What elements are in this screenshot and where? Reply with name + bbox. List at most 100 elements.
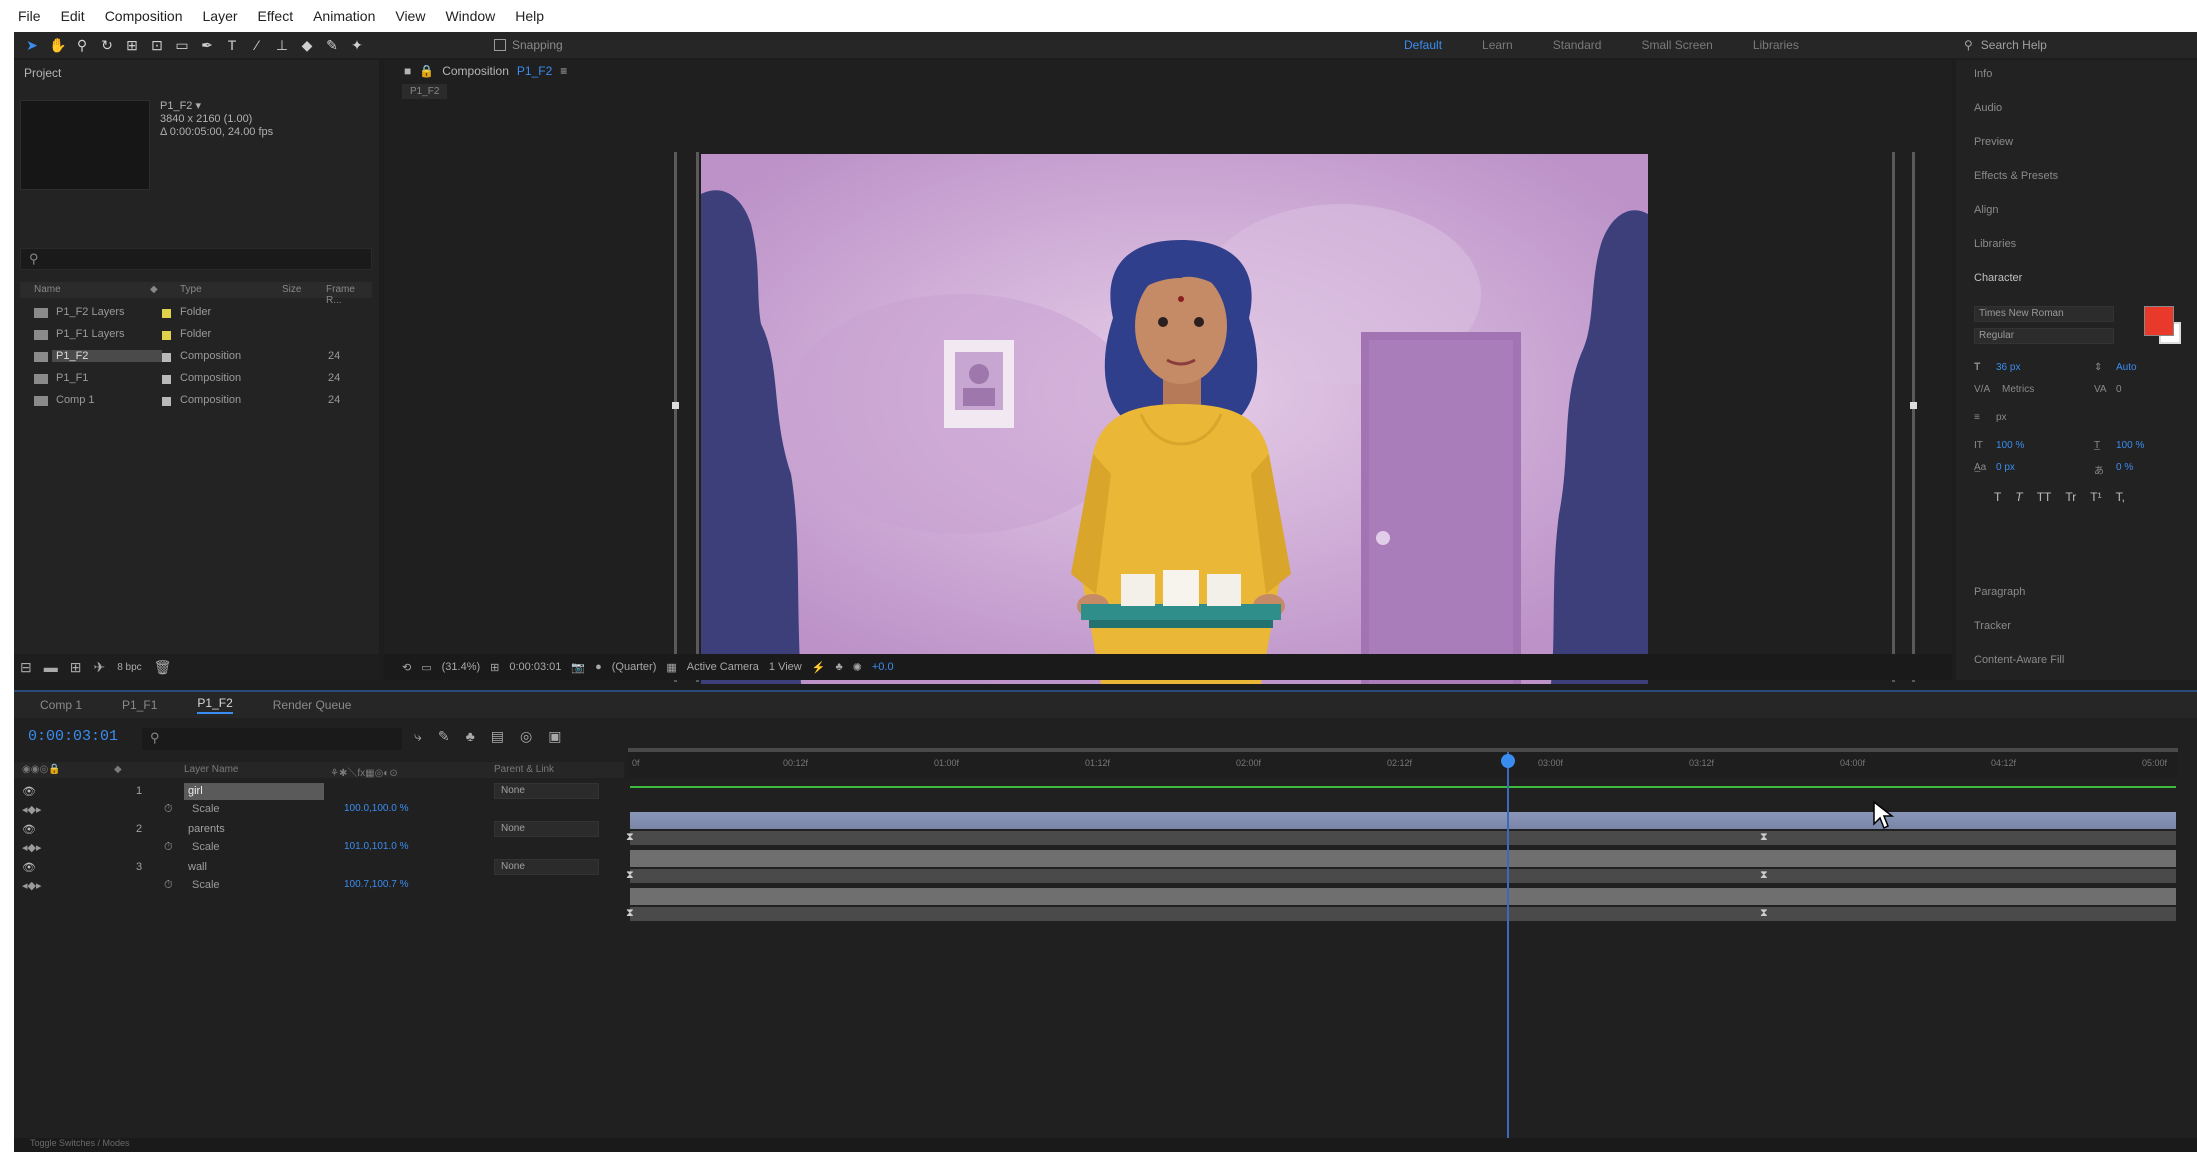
keyframe[interactable]: ⧗ [1760, 832, 1768, 843]
label-color-swatch[interactable] [162, 309, 171, 318]
flowchart-icon[interactable]: ♣ [835, 661, 842, 673]
workspace-default[interactable]: Default [1404, 38, 1442, 52]
workspace-small-screen[interactable]: Small Screen [1641, 38, 1712, 52]
timeline-tab-p1-f2[interactable]: P1_F2 [197, 696, 233, 714]
col-layer-name[interactable]: Layer Name [184, 764, 238, 775]
shy-layers-icon[interactable]: ♣ [466, 728, 475, 745]
always-preview-icon[interactable]: ⟲ [402, 661, 411, 674]
close-icon[interactable]: ■ [404, 64, 411, 78]
col-name[interactable]: Name [34, 284, 61, 295]
eye-icon[interactable]: 👁 [22, 785, 36, 798]
menu-view[interactable]: View [395, 8, 425, 24]
snapping-toggle[interactable]: Snapping [494, 38, 563, 52]
pan-behind-tool-icon[interactable]: ⊡ [149, 37, 165, 53]
keyframe[interactable]: ⧗ [1760, 908, 1768, 919]
lock-icon[interactable]: 🔒 [419, 64, 434, 78]
eye-icon[interactable]: 👁 [22, 823, 36, 836]
project-item[interactable]: P1_F1 Layers Folder [20, 326, 372, 346]
search-help-input[interactable]: Search Help [1981, 38, 2047, 52]
fast-preview-icon[interactable]: ⚡ [812, 661, 826, 674]
label-color-swatch[interactable] [162, 375, 171, 384]
composition-tab[interactable]: ■ 🔒 Composition P1_F2 ≡ [404, 64, 567, 78]
workspace-libraries[interactable]: Libraries [1753, 38, 1799, 52]
superscript-button[interactable]: T¹ [2090, 490, 2101, 504]
stopwatch-icon[interactable]: ⏱ [164, 803, 173, 816]
character-panel-title[interactable]: Character [1974, 272, 2022, 284]
all-caps-button[interactable]: TT [2037, 490, 2052, 504]
keyframe-navigator-icon[interactable]: ◂◆▸ [22, 803, 42, 816]
menu-layer[interactable]: Layer [203, 8, 238, 24]
project-item[interactable]: P1_F2 Layers Folder [20, 304, 372, 324]
col-size[interactable]: Size [282, 284, 301, 295]
label-color-swatch[interactable] [162, 331, 171, 340]
new-composition-icon[interactable]: ⊞ [70, 659, 82, 676]
zoom-dropdown[interactable]: (31.4%) [442, 661, 481, 673]
col-parent-link[interactable]: Parent & Link [494, 764, 554, 775]
project-search-input[interactable]: ⚲ [20, 248, 372, 270]
workspace-learn[interactable]: Learn [1482, 38, 1513, 52]
leading-value[interactable]: Auto [2116, 362, 2137, 373]
keyframe[interactable]: ⧗ [626, 870, 634, 881]
tracking-value[interactable]: 0 [2116, 384, 2122, 395]
content-aware-fill-panel-tab[interactable]: Content-Aware Fill [1974, 654, 2064, 666]
subscript-button[interactable]: T, [2116, 490, 2125, 504]
layer-name[interactable]: parents [184, 821, 324, 838]
fill-color-swatch[interactable] [2144, 306, 2174, 336]
interpret-footage-icon[interactable]: ⊟ [20, 659, 32, 676]
frame-handle-right[interactable] [1910, 402, 1917, 409]
color-channel-icon[interactable]: ● [595, 661, 602, 673]
grid-icon[interactable]: ⊞ [490, 661, 499, 674]
horizontal-scale-value[interactable]: 100 % [2116, 440, 2144, 451]
zoom-tool-icon[interactable]: ⚲ [74, 37, 90, 53]
stopwatch-icon[interactable]: ⏱ [164, 879, 173, 892]
bit-depth-label[interactable]: 8 bpc [117, 662, 141, 673]
keyframe-navigator-icon[interactable]: ◂◆▸ [22, 879, 42, 892]
project-item[interactable]: Comp 1 Composition 24 [20, 392, 372, 412]
keyframe-navigator-icon[interactable]: ◂◆▸ [22, 841, 42, 854]
trash-icon[interactable]: 🗑 [154, 659, 172, 676]
eraser-tool-icon[interactable]: ◆ [299, 37, 315, 53]
timeline-property-row[interactable]: ◂◆▸ ⏱ Scale 100.0,100.0 % [14, 801, 624, 820]
rectangle-tool-icon[interactable]: ▭ [174, 37, 190, 53]
settings-icon[interactable]: ✈ [93, 659, 105, 676]
col-frame-rate[interactable]: Frame R... [326, 284, 372, 306]
timeline-footer[interactable]: Toggle Switches / Modes [14, 1138, 2197, 1152]
exposure-value[interactable]: +0.0 [872, 661, 894, 673]
property-value[interactable]: 101.0,101.0 % [344, 841, 409, 852]
preview-panel-tab[interactable]: Preview [1974, 136, 2013, 148]
track-bar-wall[interactable] [630, 888, 2176, 905]
timeline-property-row[interactable]: ◂◆▸ ⏱ Scale 101.0,101.0 % [14, 839, 624, 858]
info-panel-tab[interactable]: Info [1974, 68, 1992, 80]
property-value[interactable]: 100.0,100.0 % [344, 803, 409, 814]
project-panel-title[interactable]: Project [24, 66, 61, 80]
views-dropdown[interactable]: 1 View [769, 661, 802, 673]
search-help[interactable]: ⚲ Search Help [1964, 35, 2047, 55]
region-icon[interactable]: ▭ [421, 661, 431, 674]
track-bar-girl[interactable] [630, 812, 2176, 829]
transparency-grid-icon[interactable]: ▦ [666, 661, 676, 674]
label-color-swatch[interactable] [162, 397, 171, 406]
timeline-layer-row[interactable]: 👁 1 girl None [14, 782, 624, 801]
vertical-scale-value[interactable]: 100 % [1996, 440, 2024, 451]
reset-exposure-icon[interactable]: ✺ [853, 661, 862, 674]
tracker-panel-tab[interactable]: Tracker [1974, 620, 2011, 632]
faux-bold-button[interactable]: T [1994, 490, 2001, 504]
keyframe[interactable]: ⧗ [1760, 870, 1768, 881]
small-caps-button[interactable]: Tr [2065, 490, 2076, 504]
timeline-search-input[interactable]: ⚲ [142, 728, 402, 750]
font-style-dropdown[interactable]: Regular [1974, 328, 2114, 344]
timeline-layer-row[interactable]: 👁 3 wall None [14, 858, 624, 877]
frame-blending-icon[interactable]: ▤ [491, 728, 504, 745]
current-time-indicator-head[interactable] [1501, 754, 1515, 768]
col-type[interactable]: Type [180, 284, 202, 295]
layer-name[interactable]: girl [184, 783, 324, 800]
timeline-layer-row[interactable]: 👁 2 parents None [14, 820, 624, 839]
track-bar-parents[interactable] [630, 850, 2176, 867]
current-time-indicator[interactable] [1507, 752, 1509, 1152]
hand-tool-icon[interactable]: ✋ [49, 37, 66, 53]
motion-blur-icon[interactable]: ◎ [520, 728, 532, 745]
align-panel-tab[interactable]: Align [1974, 204, 1998, 216]
composition-subtab[interactable]: P1_F2 [402, 84, 448, 99]
menu-file[interactable]: File [18, 8, 41, 24]
menu-edit[interactable]: Edit [61, 8, 85, 24]
